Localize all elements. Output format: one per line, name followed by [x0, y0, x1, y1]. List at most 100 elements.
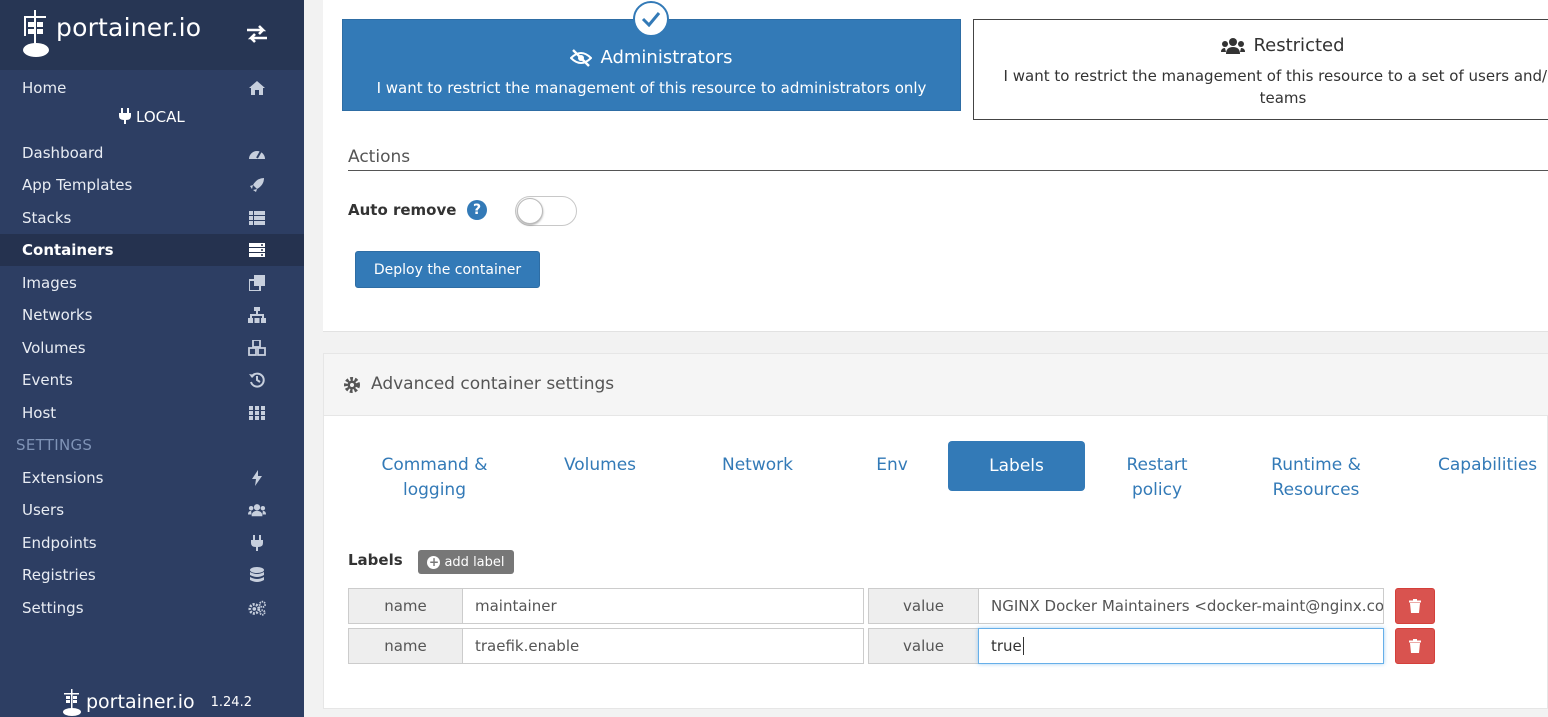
rocket-icon — [248, 176, 266, 194]
restricted-description: I want to restrict the management of thi… — [1003, 67, 1548, 107]
sidebar-item-label: Networks — [22, 306, 93, 324]
sidebar-item-home[interactable]: Home — [0, 72, 304, 104]
plug-icon — [119, 108, 136, 126]
endpoint-name: LOCAL — [0, 108, 304, 126]
home-icon — [248, 79, 266, 97]
sidebar-item-label: Endpoints — [22, 534, 97, 552]
add-label-text: add label — [444, 554, 505, 570]
label-name-input[interactable]: traefik.enable — [462, 628, 864, 664]
cog-icon — [344, 377, 360, 393]
selected-check-icon — [633, 1, 669, 37]
sidebar-footer: portainer.io 1.24.2 — [62, 688, 252, 716]
settings-section-heading: SETTINGS — [16, 436, 93, 454]
trash-icon — [1409, 639, 1421, 653]
sidebar-item-images[interactable]: Images — [0, 267, 304, 299]
remove-label-button[interactable] — [1395, 628, 1435, 664]
portainer-logo-icon[interactable] — [22, 8, 50, 58]
brand-header: portainer.io — [0, 0, 304, 70]
trash-icon — [1409, 599, 1421, 613]
bolt-icon — [248, 469, 266, 487]
sidebar-item-settings[interactable]: Settings — [0, 592, 304, 624]
portainer-logo-icon — [63, 689, 81, 716]
sidebar-item-host[interactable]: Host — [0, 397, 304, 429]
option-title: Restricted — [974, 35, 1548, 56]
label-value-text: true — [991, 637, 1022, 655]
endpoint-label: LOCAL — [136, 108, 185, 126]
auto-remove-label: Auto remove — [348, 201, 457, 219]
tachometer-icon — [248, 144, 266, 162]
actions-divider — [348, 170, 1548, 171]
add-label-button[interactable]: + add label — [418, 550, 514, 574]
sidebar-item-registries[interactable]: Registries — [0, 559, 304, 591]
advanced-settings-title: Advanced container settings — [371, 374, 615, 394]
sidebar-item-app-templates[interactable]: App Templates — [0, 169, 304, 201]
option-title: Administrators — [343, 47, 960, 68]
footer-brand-name: portainer.io — [86, 691, 195, 713]
label-name-addon: name — [348, 628, 463, 664]
label-name-input[interactable]: maintainer — [462, 588, 864, 624]
label-value-addon: value — [868, 588, 979, 624]
users-icon — [248, 501, 266, 519]
tab-restart-policy[interactable]: Restart policy — [1112, 453, 1202, 503]
sidebar-item-label: Settings — [22, 599, 84, 617]
database-icon — [248, 566, 266, 584]
tab-volumes[interactable]: Volumes — [545, 453, 655, 478]
sidebar-item-extensions[interactable]: Extensions — [0, 462, 304, 494]
label-name-addon: name — [348, 588, 463, 624]
access-option-restricted[interactable]: Restricted I want to restrict the manage… — [973, 19, 1548, 120]
sidebar-item-users[interactable]: Users — [0, 494, 304, 526]
sidebar-item-label: Stacks — [22, 209, 72, 227]
plug-icon — [248, 534, 266, 552]
brand-name[interactable]: portainer.io — [56, 13, 201, 42]
sidebar-item-label: Images — [22, 274, 77, 292]
sidebar-item-label: Users — [22, 501, 65, 519]
tab-labels[interactable]: Labels — [948, 441, 1085, 491]
sidebar-item-networks[interactable]: Networks — [0, 299, 304, 331]
tab-command-logging[interactable]: Command & logging — [362, 453, 507, 503]
sidebar-item-label: Dashboard — [22, 144, 104, 162]
exchange-icon[interactable] — [245, 24, 269, 44]
sidebar-item-label: App Templates — [22, 176, 133, 194]
sitemap-icon — [248, 306, 266, 324]
administrators-title: Administrators — [600, 47, 733, 68]
sidebar-item-endpoints[interactable]: Endpoints — [0, 527, 304, 559]
sidebar-item-label: Volumes — [22, 339, 86, 357]
tab-env[interactable]: Env — [862, 453, 922, 478]
restricted-title: Restricted — [1253, 35, 1345, 56]
sidebar-item-label: Registries — [22, 566, 96, 584]
administrators-description: I want to restrict the management of thi… — [376, 79, 927, 97]
tab-network[interactable]: Network — [705, 453, 810, 478]
sidebar-item-label: Containers — [22, 241, 114, 259]
sidebar-item-label: Extensions — [22, 469, 104, 487]
question-circle-icon[interactable]: ? — [467, 200, 487, 220]
eye-slash-icon — [570, 48, 593, 67]
tab-capabilities[interactable]: Capabilities — [1438, 453, 1548, 478]
label-value-input-focused[interactable]: true — [978, 628, 1384, 664]
labels-heading: Labels — [348, 551, 403, 569]
auto-remove-toggle[interactable] — [515, 196, 577, 226]
clone-icon — [248, 274, 266, 292]
history-icon — [248, 371, 266, 389]
plus-circle-icon: + — [427, 555, 441, 569]
cogs-icon — [248, 599, 266, 617]
advanced-settings-header: Advanced container settings — [324, 354, 1548, 416]
users-icon — [1221, 37, 1246, 54]
actions-heading: Actions — [348, 147, 411, 167]
toggle-knob — [517, 198, 543, 224]
deploy-container-button[interactable]: Deploy the container — [355, 251, 540, 288]
label-value-input[interactable]: NGINX Docker Maintainers <docker-maint@n… — [978, 588, 1384, 624]
th-list-icon — [248, 209, 266, 227]
label-value-addon: value — [868, 628, 979, 664]
tab-runtime-resources[interactable]: Runtime & Resources — [1246, 453, 1386, 503]
cubes-icon — [248, 339, 266, 357]
sidebar-item-events[interactable]: Events — [0, 364, 304, 396]
sidebar: portainer.io Home LOCAL Dashboard App Te… — [0, 0, 304, 717]
server-icon — [248, 241, 266, 259]
th-icon — [248, 404, 266, 422]
sidebar-item-containers[interactable]: Containers — [0, 234, 304, 266]
sidebar-item-stacks[interactable]: Stacks — [0, 202, 304, 234]
sidebar-item-dashboard[interactable]: Dashboard — [0, 137, 304, 169]
sidebar-item-label: Host — [22, 404, 57, 422]
sidebar-item-volumes[interactable]: Volumes — [0, 332, 304, 364]
remove-label-button[interactable] — [1395, 588, 1435, 624]
